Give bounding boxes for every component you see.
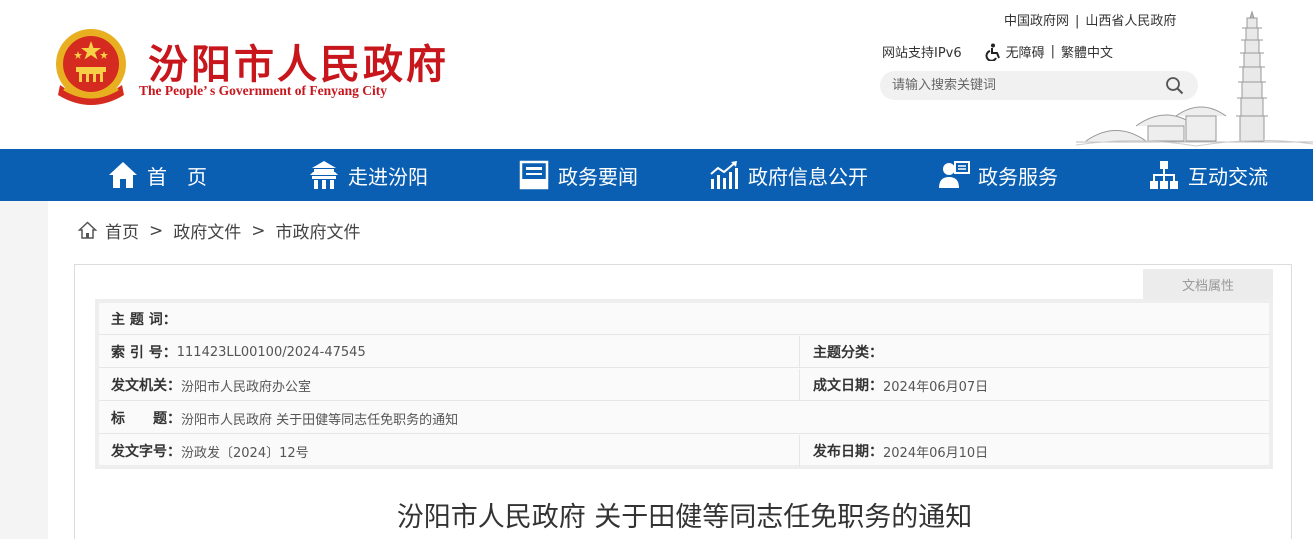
table-row: 发文字号： 汾政发〔2024〕12号 发布日期： 2024年06月10日 (99, 435, 1269, 467)
created-date-value: 2024年06月07日 (883, 379, 989, 395)
nav-item-about-fenyang[interactable]: 走进汾阳 (308, 149, 428, 201)
document-title: 汾阳市人民政府 关于田健等同志任免职务的通知 (396, 502, 973, 533)
subject-words-label: 主 题 词： (111, 312, 177, 328)
main-nav: 首 页 走进汾阳 政务要闻 政府信息公开 政务服务 互动交流 (0, 149, 1313, 201)
doc-number-label: 发文字号： (111, 444, 181, 460)
doc-number-value: 汾政发〔2024〕12号 (181, 445, 309, 461)
pagoda-illustration-icon (1076, 10, 1313, 147)
breadcrumb-gov-documents[interactable]: 政府文件 (173, 218, 241, 243)
table-row: 标 题： 汾阳市人民政府 关于田健等同志任免职务的通知 (99, 402, 1269, 434)
home-outline-icon (78, 221, 97, 239)
gate-icon (310, 161, 338, 189)
national-emblem-icon[interactable] (52, 27, 130, 109)
separator: | (1050, 44, 1056, 59)
network-icon (1150, 161, 1178, 189)
column-divider (799, 369, 800, 401)
ipv6-label: 网站支持IPv6 (882, 46, 962, 61)
doc-attributes-tab[interactable]: 文档属性 (1143, 269, 1273, 299)
nav-label: 政务服务 (978, 164, 1058, 189)
nav-label: 互动交流 (1188, 164, 1268, 189)
nav-item-home[interactable]: 首 页 (107, 149, 207, 201)
table-row: 发文机关： 汾阳市人民政府办公室 成文日期： 2024年06月07日 (99, 369, 1269, 401)
index-number-value: 111423LL00100/2024-47545 (176, 344, 366, 360)
nav-label: 首 页 (147, 164, 207, 189)
title-value: 汾阳市人民政府 关于田健等同志任免职务的通知 (181, 412, 459, 428)
service-icon (939, 161, 970, 188)
breadcrumb-separator: > (149, 220, 164, 241)
nav-item-news[interactable]: 政务要闻 (518, 149, 638, 201)
news-icon (519, 160, 549, 190)
column-divider (799, 435, 800, 467)
index-number-label: 索 引 号： (111, 345, 177, 361)
nav-item-services[interactable]: 政务服务 (938, 149, 1058, 201)
document-metadata-table: 主 题 词： 索 引 号： 111423LL00100/2024-47545 主… (95, 299, 1273, 469)
created-date-label: 成文日期： (813, 378, 883, 394)
home-icon (109, 162, 137, 188)
breadcrumb-home[interactable]: 首页 (105, 218, 139, 243)
nav-label: 政务要闻 (558, 164, 638, 189)
topic-category-label: 主题分类： (813, 345, 883, 361)
breadcrumb-city-documents[interactable]: 市政府文件 (276, 218, 361, 243)
nav-item-interaction[interactable]: 互动交流 (1148, 149, 1268, 201)
published-date-value: 2024年06月10日 (883, 445, 989, 461)
site-subtitle: The People’ s Government of Fenyang City (139, 83, 387, 98)
issuer-value: 汾阳市人民政府办公室 (181, 379, 312, 395)
table-row: 主 题 词： (99, 303, 1269, 335)
breadcrumb-separator: > (251, 220, 266, 241)
accessibility-link[interactable]: 无障碍 (1006, 42, 1045, 61)
site-header: 汾阳市人民政府 The People’ s Government of Feny… (0, 0, 1313, 149)
title-label: 标 题： (111, 411, 181, 427)
issuer-label: 发文机关： (111, 378, 181, 394)
nav-label: 走进汾阳 (348, 164, 428, 189)
breadcrumb: 首页 > 政府文件 > 市政府文件 (78, 218, 361, 243)
table-row: 索 引 号： 111423LL00100/2024-47545 主题分类： (99, 336, 1269, 368)
published-date-label: 发布日期： (813, 444, 883, 460)
nav-item-info-disclosure[interactable]: 政府信息公开 (708, 149, 868, 201)
wheelchair-icon[interactable] (984, 43, 1002, 61)
column-divider (799, 336, 800, 368)
link-central-gov[interactable]: 中国政府网 (1004, 14, 1069, 29)
chart-icon (710, 161, 738, 189)
site-title[interactable]: 汾阳市人民政府 (148, 32, 449, 90)
nav-label: 政府信息公开 (748, 164, 868, 189)
